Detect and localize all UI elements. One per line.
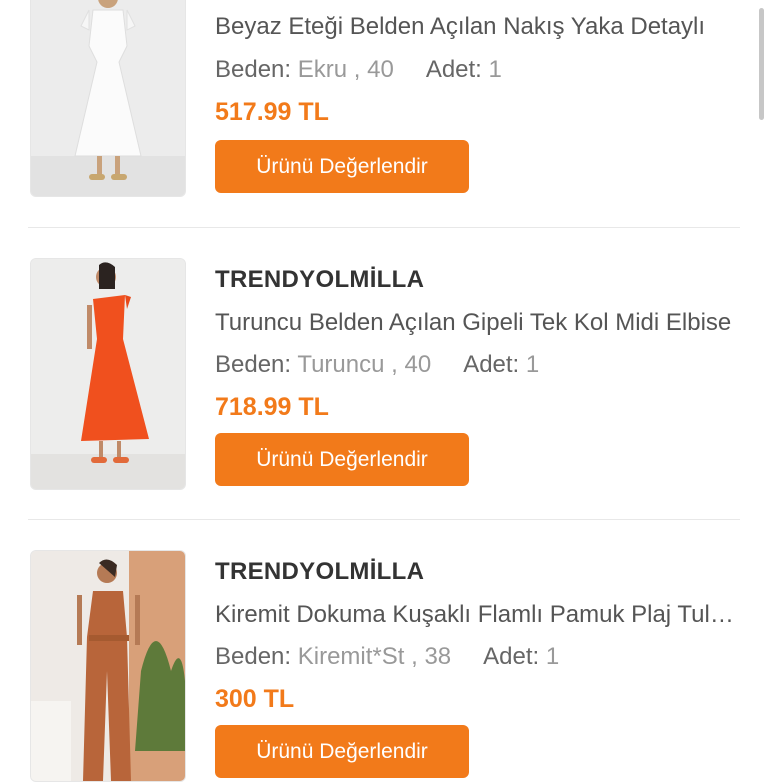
review-product-button[interactable]: Ürünü Değerlendir xyxy=(215,433,469,486)
product-price: 718.99 TL xyxy=(215,393,329,421)
size-value: Ekru , 40 xyxy=(297,56,394,83)
qty-label: Adet: xyxy=(425,56,482,83)
divider xyxy=(28,519,740,520)
product-title[interactable]: Kiremit Dokuma Kuşaklı Flamlı Pamuk Plaj… xyxy=(215,601,735,629)
product-brand: TRENDYOLMİLLA xyxy=(215,558,425,585)
size-label: Beden: xyxy=(215,643,292,670)
product-title[interactable]: Turuncu Belden Açılan Gipeli Tek Kol Mid… xyxy=(215,309,735,337)
size-label: Beden: xyxy=(215,56,292,83)
jumpsuit-image xyxy=(31,551,185,781)
review-product-button[interactable]: Ürünü Değerlendir xyxy=(215,140,469,193)
review-product-button[interactable]: Ürünü Değerlendir xyxy=(215,725,469,778)
product-title[interactable]: Beyaz Eteği Belden Açılan Nakış Yaka Det… xyxy=(215,13,735,41)
size-label: Beden: xyxy=(215,351,292,378)
scrollbar[interactable] xyxy=(759,8,764,120)
qty-label: Adet: xyxy=(463,351,520,378)
product-price: 517.99 TL xyxy=(215,98,329,126)
order-product-list: Beyaz Eteği Belden Açılan Nakış Yaka Det… xyxy=(0,0,768,782)
size-value: Turuncu , 40 xyxy=(297,351,432,378)
qty-label: Adet: xyxy=(483,643,540,670)
product-meta: Beden: Kiremit*St , 38 Adet: 1 xyxy=(215,643,559,671)
product-image-jumpsuit[interactable] xyxy=(30,550,186,782)
divider xyxy=(28,227,740,228)
product-brand: TRENDYOLMİLLA xyxy=(215,266,425,293)
product-meta: Beden: Turuncu , 40 Adet: 1 xyxy=(215,351,539,379)
qty-value: 1 xyxy=(488,56,502,83)
qty-value: 1 xyxy=(525,351,540,378)
white-dress-image xyxy=(31,0,185,196)
product-image-orange-dress[interactable] xyxy=(30,258,186,490)
product-meta: Beden: Ekru , 40 Adet: 1 xyxy=(215,56,502,84)
product-price: 300 TL xyxy=(215,685,295,713)
size-value: Kiremit*St , 38 xyxy=(297,643,452,670)
qty-value: 1 xyxy=(545,643,560,670)
product-image-white-dress[interactable] xyxy=(30,0,186,197)
orange-dress-image xyxy=(31,259,185,489)
